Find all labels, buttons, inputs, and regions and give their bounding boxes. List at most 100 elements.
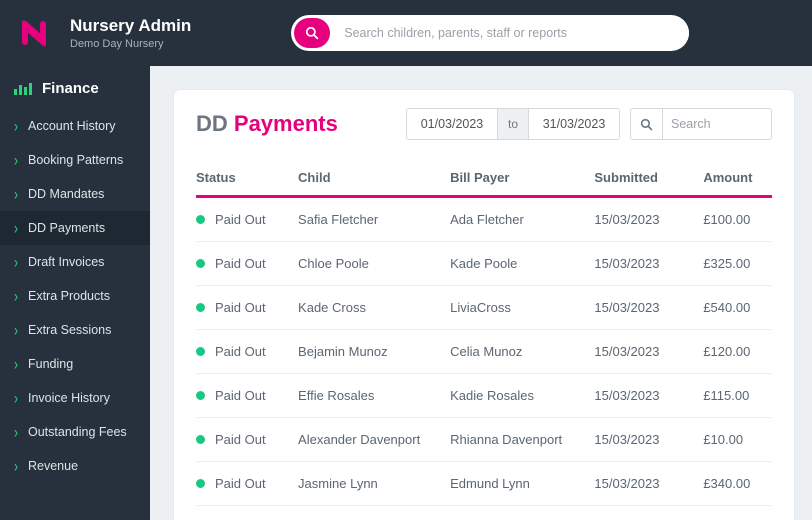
date-from-input[interactable]	[407, 109, 497, 139]
chart-bars-icon	[14, 83, 32, 95]
sidebar-section-label: Finance	[42, 80, 99, 97]
date-to-input[interactable]	[529, 109, 619, 139]
cell-child: Alexander Davenport	[298, 432, 450, 447]
sidebar-item-label: Invoice History	[28, 391, 110, 405]
cell-status: Paid Out	[196, 432, 298, 447]
sidebar-item[interactable]: ›DD Mandates	[0, 177, 150, 211]
sidebar-item[interactable]: ›Draft Invoices	[0, 245, 150, 279]
sidebar-item[interactable]: › DD Payments	[0, 211, 150, 245]
sidebar-nav: ›Account History›Booking Patterns›DD Man…	[0, 109, 150, 483]
cell-submitted: 15/03/2023	[594, 300, 703, 315]
cell-submitted: 15/03/2023	[594, 476, 703, 491]
sidebar-item-label: Revenue	[28, 459, 78, 473]
page-title: DD Payments	[196, 111, 338, 137]
date-to-label: to	[497, 109, 529, 139]
table-search-input[interactable]	[663, 117, 771, 131]
table-row[interactable]: Paid OutChloe PooleKade Poole15/03/2023£…	[196, 242, 772, 286]
chevron-right-icon: ›	[14, 388, 18, 408]
status-text: Paid Out	[215, 476, 266, 491]
status-dot-icon	[196, 347, 205, 356]
cell-child: Chloe Poole	[298, 256, 450, 271]
sidebar-item[interactable]: ›Outstanding Fees	[0, 415, 150, 449]
status-dot-icon	[196, 479, 205, 488]
table-row[interactable]: Paid OutEffie RosalesKadie Rosales15/03/…	[196, 374, 772, 418]
status-dot-icon	[196, 259, 205, 268]
card-header: DD Payments to	[196, 108, 772, 140]
cell-submitted: 15/03/2023	[594, 388, 703, 403]
status-dot-icon	[196, 215, 205, 224]
col-payer: Bill Payer	[450, 170, 594, 185]
cell-child: Effie Rosales	[298, 388, 450, 403]
cell-amount: £100.00	[703, 212, 772, 227]
sidebar-item[interactable]: › Revenue	[0, 449, 150, 483]
cell-child: Kade Cross	[298, 300, 450, 315]
sidebar: Finance ›Account History›Booking Pattern…	[0, 66, 150, 520]
col-status: Status	[196, 170, 298, 185]
cell-payer: LiviaCross	[450, 300, 594, 315]
table-row[interactable]: Paid Out Safia FletcherAda Fletcher15/03/…	[196, 198, 772, 242]
sidebar-item-label: Funding	[28, 357, 73, 371]
sidebar-item[interactable]: ›Extra Sessions	[0, 313, 150, 347]
table-row[interactable]: Paid Out Kade CrossLiviaCross15/03/2023£5…	[196, 286, 772, 330]
col-child: Child	[298, 170, 450, 185]
chevron-right-icon: ›	[14, 354, 18, 374]
status-text: Paid Out	[215, 212, 266, 227]
sidebar-item[interactable]: › Invoice History	[0, 381, 150, 415]
status-text: Paid Out	[215, 388, 266, 403]
global-search	[291, 15, 689, 51]
table-header-row: Status Child Bill Payer Submitted Amount	[196, 170, 772, 198]
sidebar-item[interactable]: ›Account History	[0, 109, 150, 143]
app-logo	[14, 13, 54, 53]
chevron-right-icon: ›	[14, 286, 18, 306]
cell-status: Paid Out	[196, 212, 298, 227]
cell-status: Paid Out	[196, 388, 298, 403]
app-header: Nursery Admin Demo Day Nursery	[0, 0, 812, 66]
sidebar-item-label: Extra Products	[28, 289, 110, 303]
sidebar-item[interactable]: › Funding	[0, 347, 150, 381]
cell-status: Paid Out	[196, 344, 298, 359]
chevron-right-icon: ›	[14, 218, 18, 238]
chevron-right-icon: ›	[14, 456, 18, 476]
cell-submitted: 15/03/2023	[594, 212, 703, 227]
cell-amount: £115.00	[703, 388, 772, 403]
cell-amount: £340.00	[703, 476, 772, 491]
status-text: Paid Out	[215, 256, 266, 271]
page-title-prefix: DD	[196, 111, 234, 136]
brand-title: Nursery Admin	[70, 16, 191, 36]
sidebar-item-label: DD Mandates	[28, 187, 104, 201]
global-search-input[interactable]	[330, 26, 689, 40]
cell-amount: £540.00	[703, 300, 772, 315]
chevron-right-icon: ›	[14, 252, 18, 272]
sidebar-item-label: Booking Patterns	[28, 153, 123, 167]
sidebar-item-label: DD Payments	[28, 221, 105, 235]
status-text: Paid Out	[215, 300, 266, 315]
cell-status: Paid Out	[196, 476, 298, 491]
chevron-right-icon: ›	[14, 320, 18, 340]
sidebar-item[interactable]: ›Booking Patterns	[0, 143, 150, 177]
cell-child: Jasmine Lynn	[298, 476, 450, 491]
global-search-button[interactable]	[294, 18, 330, 48]
cell-status: Paid Out	[196, 256, 298, 271]
table-row[interactable]: Paid OutBejamin MunozCelia Munoz15/03/20…	[196, 330, 772, 374]
brand-block: Nursery Admin Demo Day Nursery	[70, 16, 191, 50]
cell-amount: £10.00	[703, 432, 772, 447]
status-dot-icon	[196, 435, 205, 444]
main-area: DD Payments to Status Child Bill Payer	[150, 66, 812, 520]
table-row[interactable]: Paid OutJasmine LynnEdmund Lynn15/03/202…	[196, 462, 772, 506]
col-amount: Amount	[703, 170, 772, 185]
sidebar-item[interactable]: › Extra Products	[0, 279, 150, 313]
cell-payer: Ada Fletcher	[450, 212, 594, 227]
table-search-button[interactable]	[631, 109, 663, 139]
table-search	[630, 108, 772, 140]
chevron-right-icon: ›	[14, 116, 18, 136]
status-text: Paid Out	[215, 432, 266, 447]
status-dot-icon	[196, 391, 205, 400]
table-row[interactable]: Paid OutAlexander DavenportRhianna Daven…	[196, 418, 772, 462]
cell-child: Bejamin Munoz	[298, 344, 450, 359]
cell-child: Safia Fletcher	[298, 212, 450, 227]
page-title-accent: Payments	[234, 111, 338, 136]
cell-amount: £325.00	[703, 256, 772, 271]
cell-payer: Kade Poole	[450, 256, 594, 271]
col-submitted: Submitted	[594, 170, 703, 185]
cell-amount: £120.00	[703, 344, 772, 359]
